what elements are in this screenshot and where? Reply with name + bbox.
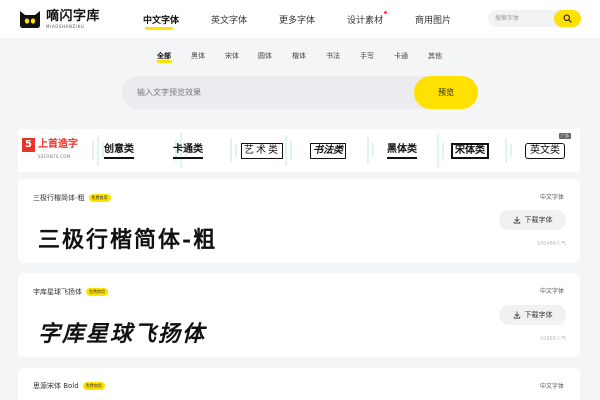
nav-label: 中文字体 bbox=[143, 16, 180, 26]
nav-label: 更多字体 bbox=[279, 16, 316, 26]
category-label: 黑体 bbox=[191, 52, 205, 60]
category-other[interactable]: 其他 bbox=[428, 51, 442, 61]
nav-english-fonts[interactable]: 英文字体 bbox=[211, 13, 247, 26]
nav-more-fonts[interactable]: 更多字体 bbox=[279, 13, 315, 26]
banner-tag-english[interactable]: 英文类 bbox=[525, 143, 565, 159]
font-name[interactable]: 字库星球飞扬体 bbox=[33, 287, 82, 297]
category-label: 圆体 bbox=[258, 52, 272, 60]
site-logo[interactable]: 嘀闪字库 MIAOSHANZIKU bbox=[18, 8, 100, 30]
category-active-indicator bbox=[157, 60, 172, 63]
font-type-label: 中文字体 bbox=[540, 383, 565, 390]
banner-tag-creative[interactable]: 创意类 bbox=[104, 143, 134, 159]
nav-label: 设计素材 bbox=[347, 16, 384, 26]
download-font-button[interactable]: 下载字体 bbox=[499, 210, 566, 230]
nav-design-materials[interactable]: 设计素材 bbox=[347, 11, 388, 26]
search-button[interactable] bbox=[554, 10, 581, 27]
category-kaiti[interactable]: 楷体 bbox=[292, 51, 306, 61]
font-card-header: 三极行楷简体-粗 免费商用 bbox=[33, 193, 111, 203]
banner-tag-cartoon[interactable]: 卡通类 bbox=[173, 143, 203, 159]
logo-subtitle: MIAOSHANZIKU bbox=[46, 23, 85, 29]
nav-active-indicator bbox=[145, 27, 173, 30]
logo-title: 嘀闪字库 bbox=[46, 8, 101, 24]
font-category-banner[interactable]: 5 上首造字 SSFONTS.COM 创意类 卡通类 艺术类 书法类 黑体类 宋… bbox=[18, 129, 580, 172]
top-header: 嘀闪字库 MIAOSHANZIKU 中文字体 英文字体 更多字体 设计素材 商用… bbox=[0, 0, 600, 38]
category-filter: 全部 黑体 宋体 圆体 楷体 书法 手写 卡通 其他 bbox=[0, 51, 600, 65]
download-label: 下载字体 bbox=[524, 311, 553, 319]
category-yuanti[interactable]: 圆体 bbox=[258, 51, 272, 61]
free-commercial-badge: 免费商用 bbox=[88, 194, 111, 202]
font-preview-text: 三极行楷简体-粗 bbox=[38, 227, 218, 253]
font-card[interactable]: 三极行楷简体-粗 免费商用 三极行楷简体-粗 中文字体 下载字体 100484人… bbox=[18, 179, 580, 263]
banner-tag-songti[interactable]: 宋体类 bbox=[451, 143, 489, 159]
category-label: 楷体 bbox=[292, 52, 306, 60]
brand-text: 上首造字 SSFONTS.COM bbox=[38, 138, 78, 159]
brand-title: 上首造字 bbox=[38, 139, 78, 150]
font-name[interactable]: 思源宋体 Bold bbox=[33, 381, 79, 391]
banner-tag-art[interactable]: 艺术类 bbox=[241, 143, 283, 159]
category-label: 其他 bbox=[428, 52, 442, 60]
font-type-label: 中文字体 bbox=[540, 194, 565, 201]
category-calligraphy[interactable]: 书法 bbox=[326, 51, 340, 61]
ad-label: 广告 bbox=[559, 133, 571, 139]
font-card-header: 字库星球飞扬体 免费商用 bbox=[33, 287, 108, 297]
category-label: 手写 bbox=[360, 52, 374, 60]
banner-tag-calligraphy[interactable]: 书法类 bbox=[310, 143, 346, 159]
font-preview-text: 字库星球飞扬体 bbox=[38, 321, 207, 347]
font-card-header: 思源宋体 Bold 免费商用 bbox=[33, 381, 105, 391]
nav-chinese-fonts[interactable]: 中文字体 bbox=[143, 13, 180, 30]
category-handwriting[interactable]: 手写 bbox=[360, 51, 374, 61]
brand-url: SSFONTS.COM bbox=[38, 154, 71, 159]
download-icon bbox=[513, 311, 520, 319]
download-label: 下载字体 bbox=[524, 216, 553, 224]
preview-button[interactable]: 预览 bbox=[414, 76, 478, 109]
brand-mark-icon: 5 bbox=[22, 138, 35, 152]
preview-bar: 预览 bbox=[122, 76, 478, 109]
cat-logo-icon bbox=[18, 9, 42, 29]
popularity-count: 100484人气 bbox=[536, 241, 566, 247]
preview-button-label: 预览 bbox=[438, 88, 454, 97]
category-heiti[interactable]: 黑体 bbox=[191, 51, 205, 61]
font-name[interactable]: 三极行楷简体-粗 bbox=[33, 193, 85, 203]
font-card[interactable]: 思源宋体 Bold 免费商用 中文字体 bbox=[18, 368, 580, 400]
download-icon bbox=[513, 216, 520, 224]
preview-text-input[interactable] bbox=[122, 76, 412, 109]
category-label: 宋体 bbox=[225, 52, 239, 60]
banner-brand: 5 上首造字 SSFONTS.COM bbox=[22, 138, 78, 162]
nav-label: 英文字体 bbox=[211, 16, 248, 26]
category-songti[interactable]: 宋体 bbox=[225, 51, 239, 61]
logo-text: 嘀闪字库 MIAOSHANZIKU bbox=[46, 10, 100, 29]
category-all[interactable]: 全部 bbox=[157, 51, 172, 63]
new-dot-icon bbox=[384, 11, 388, 14]
search-input[interactable] bbox=[488, 10, 556, 27]
free-commercial-badge: 免费商用 bbox=[86, 288, 108, 296]
category-cartoon[interactable]: 卡通 bbox=[394, 51, 408, 61]
download-font-button[interactable]: 下载字体 bbox=[499, 305, 566, 325]
category-label: 书法 bbox=[326, 52, 340, 60]
nav-commercial-images[interactable]: 商用图片 bbox=[415, 13, 451, 26]
search-icon bbox=[563, 14, 572, 23]
popularity-count: 10665人气 bbox=[540, 336, 566, 342]
nav-label: 商用图片 bbox=[415, 16, 452, 26]
category-label: 卡通 bbox=[394, 52, 408, 60]
banner-wave-decoration bbox=[92, 133, 512, 168]
header-search bbox=[488, 10, 581, 27]
font-type-label: 中文字体 bbox=[540, 288, 565, 295]
category-label: 全部 bbox=[157, 52, 171, 60]
banner-tag-heiti[interactable]: 黑体类 bbox=[387, 143, 417, 159]
free-commercial-badge: 免费商用 bbox=[82, 382, 105, 390]
font-card[interactable]: 字库星球飞扬体 免费商用 字库星球飞扬体 中文字体 下载字体 10665人气 bbox=[18, 273, 580, 357]
